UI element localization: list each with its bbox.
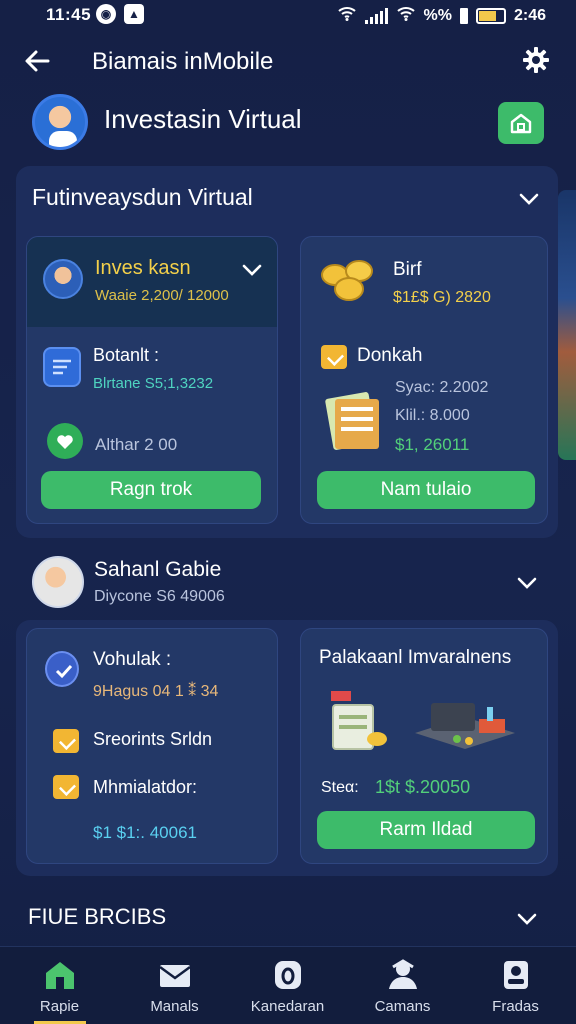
person-name: Sahanl Gabie: [94, 558, 222, 581]
status-right: %% 2:46: [337, 5, 546, 26]
calendar-icon: [275, 961, 301, 989]
primary-button[interactable]: Ragn trok: [41, 471, 261, 509]
status-bar: 11:45 ◉ ▲ %% 2:46: [0, 0, 576, 30]
investment-card-header: Inves kasn Waaie 2,200/ 12000: [27, 237, 277, 327]
coins-card[interactable]: Birf $1£$ G) 2820 Donkah Syac: 2.2002 Kl…: [300, 236, 548, 524]
list-item: Mhmialatdor:: [93, 777, 198, 797]
mail-icon: [159, 965, 191, 987]
home-outline-icon: [510, 113, 532, 134]
cash-bundle-icon: [325, 689, 393, 759]
chevron-down-icon[interactable]: [516, 572, 538, 594]
wifi-icon-2: [396, 5, 416, 26]
card-title: Inves kasn: [95, 257, 191, 279]
nav-label: Fradas: [492, 998, 539, 1015]
detail-line: Syac: 2.2002: [395, 379, 489, 396]
people-icon: [389, 959, 417, 989]
person-subtitle: Diycone S6 49006: [94, 588, 225, 605]
chevron-down-icon[interactable]: [241, 259, 263, 281]
signal-icon: [364, 7, 388, 24]
profile-name: Investasin Virtual: [104, 104, 302, 134]
stat-value: 1$t $.20050: [375, 777, 471, 797]
shield-check-icon: [53, 729, 79, 753]
nav-item-profile[interactable]: Fradas: [458, 947, 573, 1024]
card-subtitle: 9Hagus 04 1 ⁑ 34: [93, 683, 219, 700]
status-time: 11:45: [46, 5, 92, 24]
vehicle-card[interactable]: Vohulak : 9Hagus 04 1 ⁑ 34 Sreorints Srl…: [26, 628, 278, 864]
whatsapp-icon: ◉: [96, 4, 116, 24]
primary-button[interactable]: Rarm Ildad: [317, 811, 535, 849]
chevron-down-icon[interactable]: [516, 908, 538, 930]
row-text: Althar 2 00: [95, 435, 178, 454]
app-title: Biamais inMobile: [92, 48, 274, 75]
primary-button[interactable]: Nam tulaio: [317, 471, 535, 509]
person-row[interactable]: Sahanl Gabie Diycone S6 49006: [0, 548, 576, 618]
side-peek-card: [558, 190, 576, 460]
notification-icon: ▲: [124, 4, 144, 24]
device-icon: [409, 693, 521, 759]
detail-line: Klil.: 8.000: [395, 407, 470, 424]
avatar: [32, 556, 84, 608]
nav-label: Rapie: [39, 998, 80, 1015]
stat-label: Steα:: [321, 779, 359, 796]
avatar[interactable]: [32, 94, 88, 150]
investment-card[interactable]: Inves kasn Waaie 2,200/ 12000 Botanlt : …: [26, 236, 278, 524]
card-title: Birf: [393, 259, 422, 280]
card-title: Vohulak :: [93, 649, 172, 670]
section-title: Futinveaysdun Virtual: [32, 184, 253, 210]
avatar: [43, 259, 83, 299]
wifi-icon: [337, 5, 357, 26]
home-icon: [46, 962, 74, 989]
section-title: FIUE BRCIBS: [28, 904, 167, 929]
card-subtitle: Waaie 2,200/ 12000: [95, 287, 229, 304]
card-value: $1£$ G) 2820: [393, 289, 491, 306]
chevron-down-icon[interactable]: [518, 188, 540, 210]
back-arrow-icon[interactable]: [22, 46, 52, 76]
nav-label: Kanedaran: [250, 998, 325, 1015]
battery-icon: [475, 7, 506, 24]
bottom-navigation: Rapie Manals Kanedaran Camans Fradas: [0, 946, 576, 1024]
profile-row: Investasin Virtual: [0, 94, 576, 156]
home-button[interactable]: [498, 102, 544, 144]
profile-icon: [504, 961, 528, 989]
item-title: Donkah: [357, 345, 423, 366]
nav-item-home[interactable]: Rapie: [2, 947, 117, 1024]
row-title: Botanlt :: [93, 345, 160, 365]
hardware-investment-card[interactable]: Palakaanl Imvaralnens Steα: 1$t $.20050 …: [300, 628, 548, 864]
card-title: Palakaanl Imvaralnens: [319, 647, 512, 668]
list-item: Sreorints Srldn: [93, 729, 213, 749]
nav-label: Manals: [150, 998, 199, 1015]
detail-value: $1, 26011: [395, 435, 470, 454]
coins-icon: [319, 257, 381, 305]
virtual-investment-section: Futinveaysdun Virtual Inves kasn Waaie 2…: [16, 166, 558, 538]
nav-item-mail[interactable]: Manals: [117, 947, 232, 1024]
nav-label: Camans: [374, 998, 431, 1015]
sim-icon: [459, 7, 468, 24]
money-stack-icon: [321, 387, 385, 453]
row-value: Blrtane S5;1,3232: [93, 375, 214, 392]
badge-icon: [45, 651, 79, 687]
shield-check-icon: [53, 775, 79, 799]
card-value: $1 $1:. 40061: [93, 823, 197, 842]
status-right-time: 2:46: [513, 6, 546, 24]
investment-details-section: Vohulak : 9Hagus 04 1 ⁑ 34 Sreorints Srl…: [16, 620, 558, 876]
chart-app-icon: [43, 347, 81, 387]
heart-icon: [47, 423, 83, 459]
nav-item-people[interactable]: Camans: [345, 947, 460, 1024]
shield-check-icon: [321, 345, 347, 369]
battery-percent: %%: [423, 6, 452, 24]
app-bar: Biamais inMobile: [0, 38, 576, 84]
nav-item-calendar[interactable]: Kanedaran: [230, 947, 345, 1024]
gear-icon[interactable]: [522, 46, 550, 74]
